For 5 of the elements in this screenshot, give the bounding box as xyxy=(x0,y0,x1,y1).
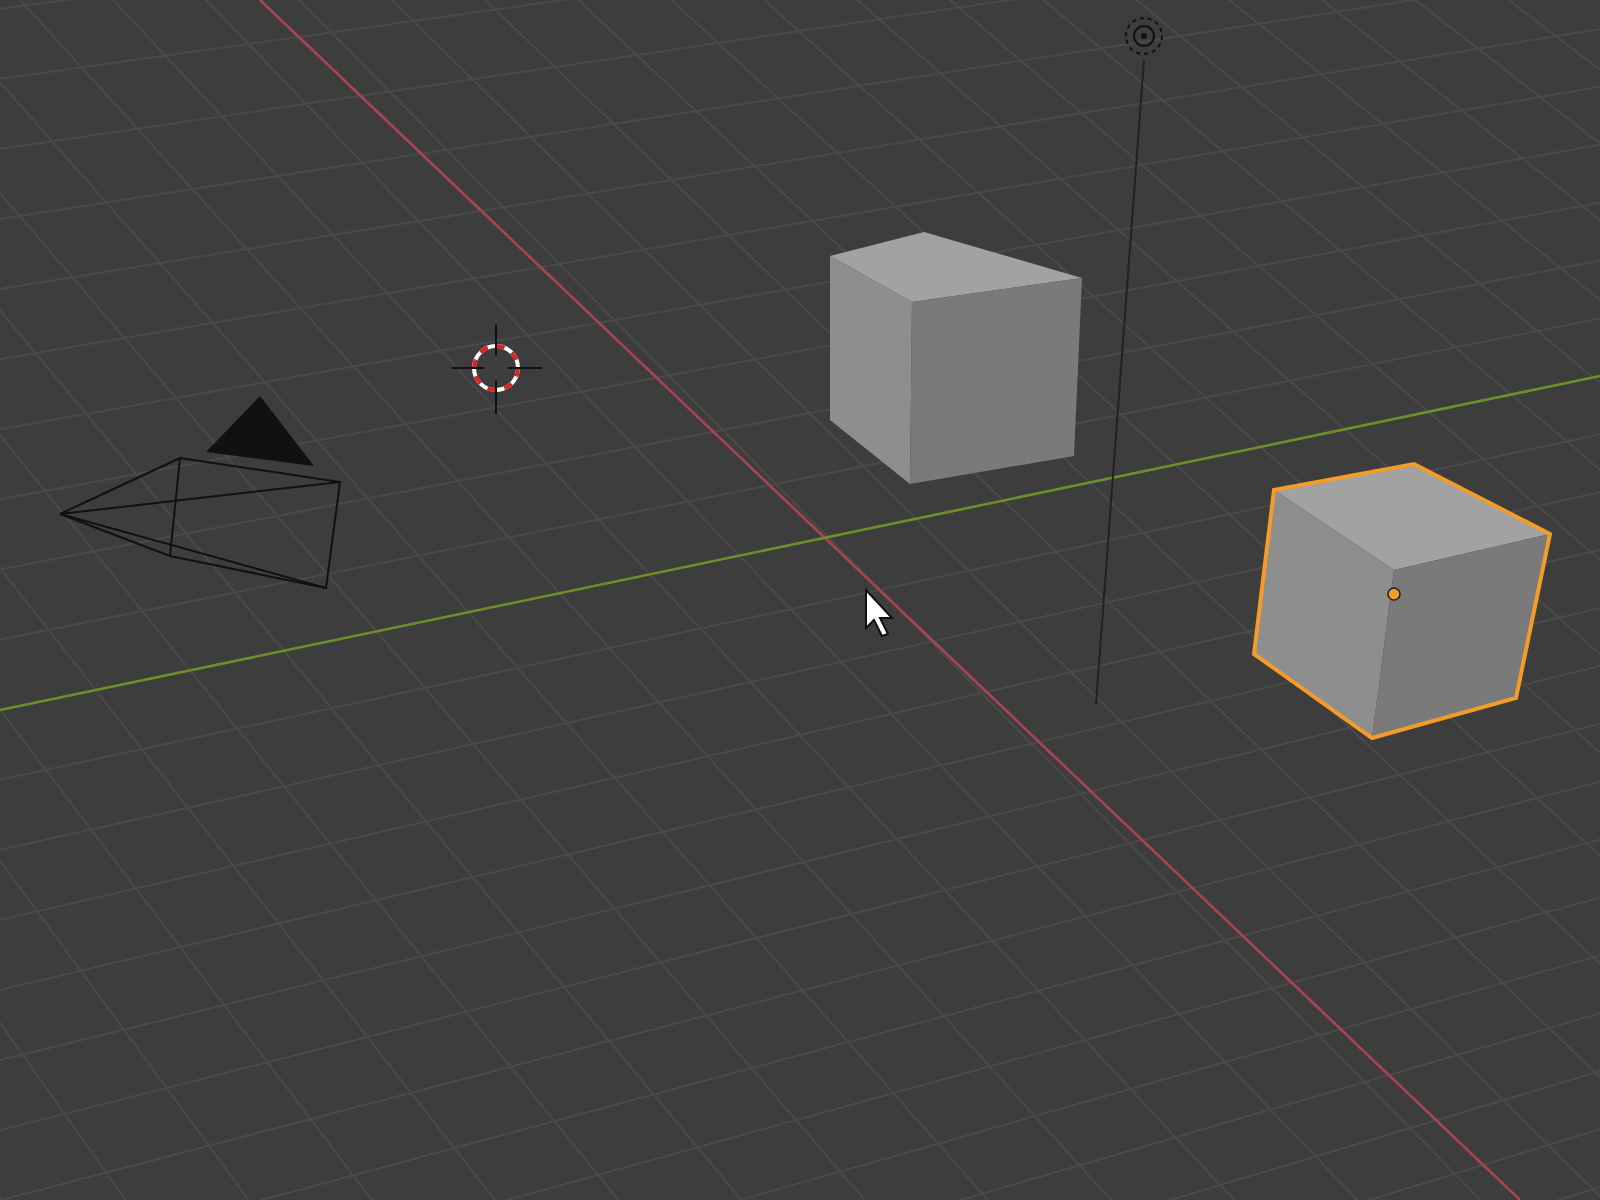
camera-drawing[interactable] xyxy=(59,396,342,590)
3d-viewport[interactable] xyxy=(0,0,1600,1200)
cube[interactable] xyxy=(830,232,1082,484)
light-drawing[interactable] xyxy=(1095,17,1163,705)
cube[interactable] xyxy=(1251,461,1553,741)
